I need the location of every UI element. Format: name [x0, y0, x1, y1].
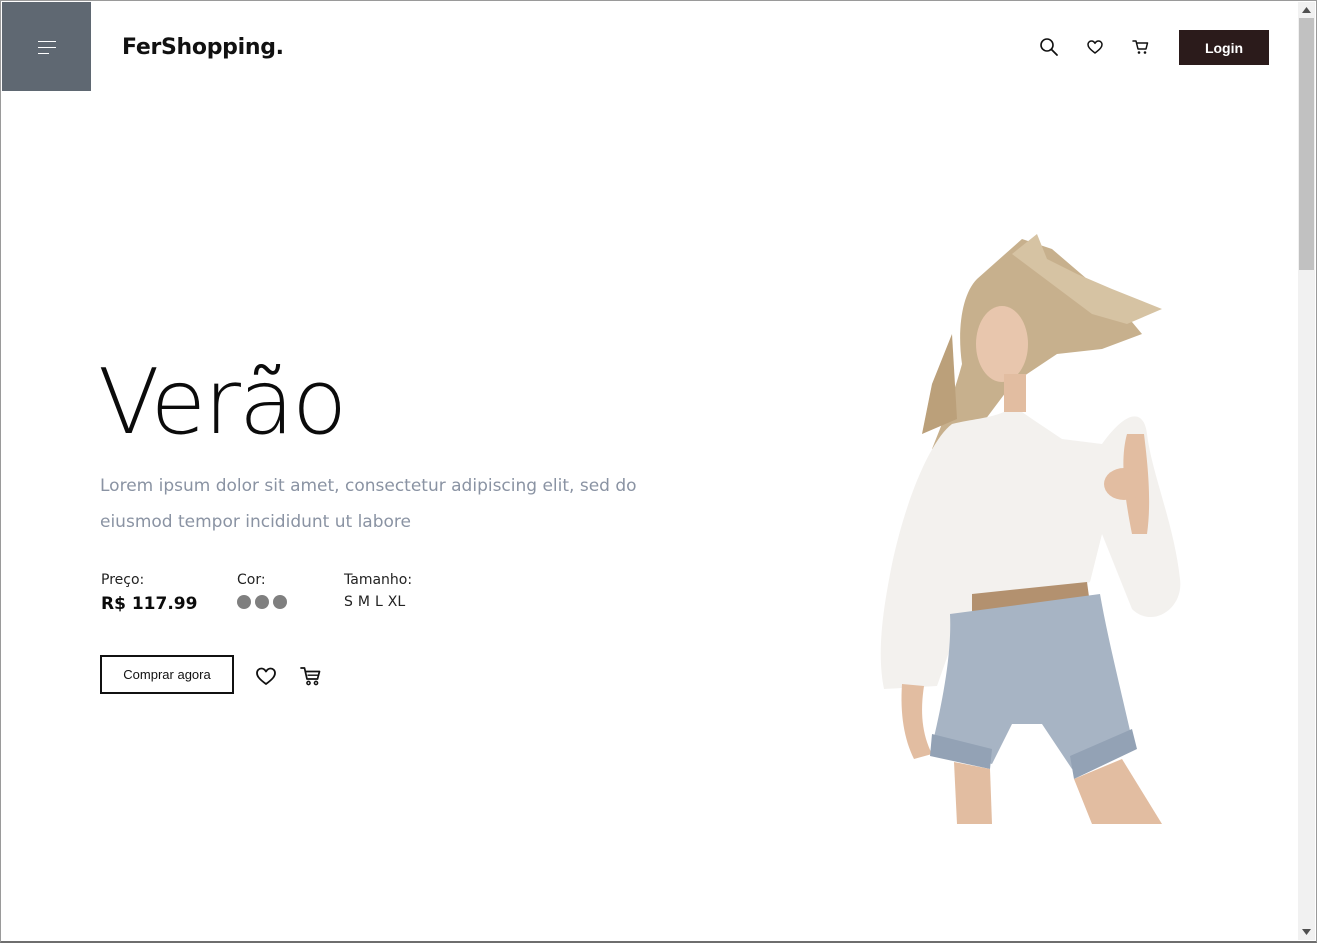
- size-option-m[interactable]: M: [358, 594, 370, 610]
- heart-icon[interactable]: [254, 664, 278, 688]
- scroll-down-arrow-icon[interactable]: [1298, 924, 1315, 940]
- menu-icon-line-1: [38, 41, 56, 42]
- cart-icon[interactable]: [1131, 37, 1151, 57]
- model-photo: [880, 234, 1181, 824]
- buy-now-button[interactable]: Comprar agora: [100, 655, 234, 694]
- menu-icon-line-2: [38, 47, 56, 48]
- color-swatch[interactable]: [237, 595, 251, 609]
- color-swatch[interactable]: [273, 595, 287, 609]
- color-swatches: [237, 595, 287, 609]
- hero-title: Verão: [98, 350, 347, 455]
- size-options: S M L XL: [344, 594, 405, 610]
- search-icon[interactable]: [1039, 37, 1059, 57]
- color-label: Cor:: [237, 572, 266, 588]
- scroll-up-arrow-icon[interactable]: [1298, 2, 1315, 18]
- cart-icon[interactable]: [299, 664, 323, 688]
- price-label: Preço:: [101, 572, 145, 588]
- size-option-s[interactable]: S: [344, 594, 353, 610]
- brand-logo[interactable]: FerShopping.: [122, 35, 284, 60]
- login-button[interactable]: Login: [1179, 30, 1269, 65]
- size-option-xl[interactable]: XL: [388, 594, 405, 610]
- size-label: Tamanho:: [344, 572, 413, 588]
- menu-button[interactable]: [2, 2, 91, 91]
- scrollbar-thumb[interactable]: [1299, 18, 1314, 270]
- menu-icon-line-3: [38, 53, 49, 54]
- vertical-scrollbar[interactable]: [1298, 2, 1315, 940]
- page: FerShopping. Login Verão Lorem ipsum dol…: [2, 2, 1298, 940]
- hero-description: Lorem ipsum dolor sit amet, consectetur …: [100, 476, 637, 532]
- price-value: R$ 117.99: [101, 594, 198, 614]
- size-option-l[interactable]: L: [375, 594, 383, 610]
- heart-icon[interactable]: [1085, 37, 1105, 57]
- color-swatch[interactable]: [255, 595, 269, 609]
